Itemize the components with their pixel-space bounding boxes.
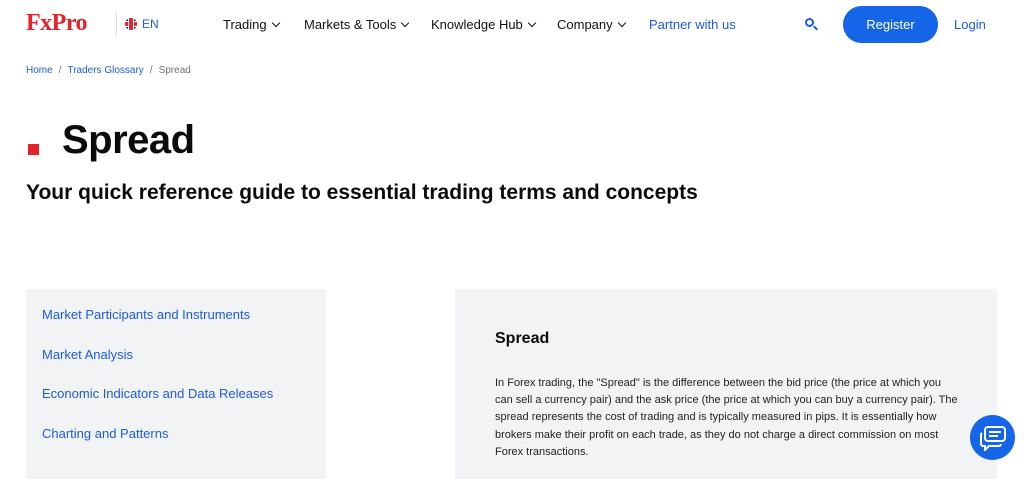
uk-flag-icon [125,18,137,30]
login-link[interactable]: Login [954,17,986,32]
page-subtitle: Your quick reference guide to essential … [26,181,698,204]
glossary-category-sidebar: Market Participants and Instruments Mark… [26,289,326,479]
nav-knowledge-hub[interactable]: Knowledge Hub [431,17,537,32]
nav-markets-tools[interactable]: Markets & Tools [304,17,410,32]
breadcrumb-traders-glossary[interactable]: Traders Glossary [67,65,143,76]
chevron-down-icon [401,18,410,27]
page-title: Spread [62,118,195,162]
sidebar-item-economic-indicators[interactable]: Economic Indicators and Data Releases [42,386,273,401]
breadcrumb-separator: / [149,65,153,76]
breadcrumb-current: Spread [158,65,191,76]
chat-button[interactable] [970,415,1015,460]
nav-knowledge-hub-label: Knowledge Hub [431,17,523,32]
breadcrumb-home[interactable]: Home [26,65,53,76]
language-selector[interactable]: EN [116,13,159,35]
sidebar-item-market-participants[interactable]: Market Participants and Instruments [42,307,250,322]
sidebar-item-market-analysis[interactable]: Market Analysis [42,347,133,362]
search-icon[interactable] [805,18,818,31]
breadcrumb: Home / Traders Glossary / Spread [26,65,191,76]
nav-markets-tools-label: Markets & Tools [304,17,397,32]
register-button[interactable]: Register [843,6,938,43]
nav-trading[interactable]: Trading [223,17,280,32]
nav-partner[interactable]: Partner with us [649,17,736,32]
definition-card: Spread In Forex trading, the "Spread" is… [455,289,997,479]
breadcrumb-separator: / [58,65,62,76]
nav-company[interactable]: Company [557,17,626,32]
language-label: EN [142,17,159,31]
nav-company-label: Company [557,17,613,32]
nav-trading-label: Trading [223,17,267,32]
definition-body: In Forex trading, the "Spread" is the di… [495,377,958,458]
title-accent-square [28,144,39,155]
chevron-down-icon [527,18,537,27]
chat-icon [979,426,1006,451]
definition-title: Spread [495,330,550,347]
site-header: FxPro EN Trading Markets & Tools Knowled… [0,0,1024,50]
sidebar-item-charting-patterns[interactable]: Charting and Patterns [42,426,168,441]
chevron-down-icon [271,18,280,27]
nav-partner-label: Partner with us [649,17,736,32]
fxpro-logo[interactable]: FxPro [26,10,88,37]
chevron-down-icon [617,18,626,27]
